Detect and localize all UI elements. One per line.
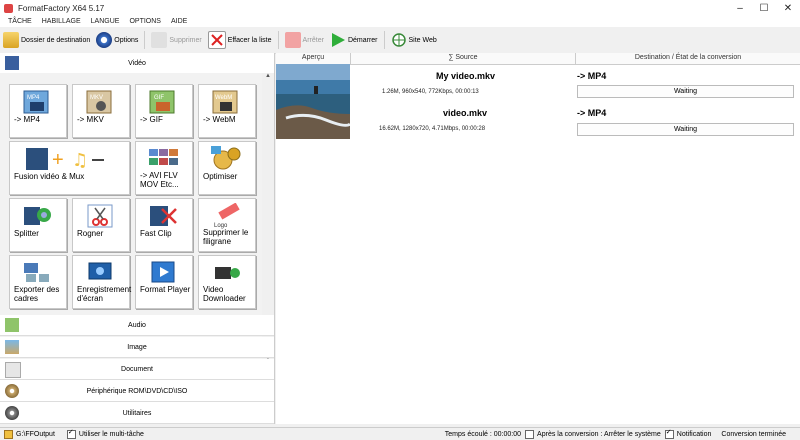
source-info: 1.26M, 960x540, 772Kbps, 00:00:13	[382, 89, 479, 95]
toolbar-separator	[383, 31, 385, 49]
task-list-header: Aperçu ∑ Source Destination / État de la…	[276, 53, 800, 65]
multi-task-label: Utiliser le multi-tâche	[78, 430, 144, 438]
category-utilities[interactable]: Utilitaires	[0, 403, 274, 424]
stop-icon	[284, 32, 301, 48]
menu-bar: TÂCHE HABILLAGE LANGUE OPTIONS AIDE	[0, 16, 800, 27]
tile-remove-watermark[interactable]: Logo Supprimer le filigrane	[198, 198, 256, 252]
scissors-icon	[87, 204, 113, 228]
toolbar-separator	[144, 31, 146, 49]
fast-clip-icon	[150, 206, 177, 226]
start-button[interactable]: Démarrer	[327, 29, 381, 51]
category-image[interactable]: Image	[0, 337, 274, 358]
category-rom-device[interactable]: Périphérique ROM\DVD\CD\ISO	[0, 381, 274, 402]
source-filename: video.mkv	[443, 108, 488, 118]
toolbar-separator	[277, 31, 279, 49]
frames-icon	[24, 263, 49, 282]
app-icon	[4, 3, 13, 13]
clear-list-button[interactable]: Effacer la liste	[205, 29, 275, 51]
tile-video-merge[interactable]: + ♫ Fusion vidéo & Mux	[9, 141, 130, 195]
elapsed-time: Temps écoulé : 00:00:00	[444, 430, 522, 438]
notification-label: Notification	[676, 430, 712, 438]
toolbar: Dossier de destination Options Supprimer…	[0, 27, 800, 54]
category-video[interactable]: Vidéo	[0, 53, 274, 74]
optimize-icon	[211, 146, 241, 170]
tile-to-webm[interactable]: WebM -> WebM	[198, 84, 256, 138]
player-icon	[151, 261, 175, 283]
destination-folder-button[interactable]: Dossier de destination	[0, 29, 93, 51]
tile-to-mkv[interactable]: MKV -> MKV	[72, 84, 130, 138]
conversion-done-label: Conversion terminée	[721, 430, 786, 438]
notification-checkbox[interactable]	[664, 428, 674, 439]
tile-screen-record[interactable]: Enregistrement d'écran	[72, 255, 131, 309]
menu-habillage[interactable]: HABILLAGE	[42, 18, 81, 25]
category-document[interactable]: Document	[0, 359, 274, 380]
svg-text:MP4: MP4	[27, 95, 40, 101]
mp4-icon: MP4	[23, 90, 49, 114]
tile-video-downloader[interactable]: Video Downloader	[198, 255, 256, 309]
remove-icon	[151, 32, 168, 48]
after-conversion-checkbox[interactable]	[525, 429, 535, 439]
close-button[interactable]: ✕	[776, 0, 800, 16]
tile-to-avi-flv-mov[interactable]: -> AVI FLV MOV Etc...	[135, 141, 193, 195]
destination-format: -> MP4	[577, 71, 607, 81]
gif-icon: GIF	[149, 90, 175, 114]
conversion-status: Waiting	[577, 123, 794, 136]
svg-text:GIF: GIF	[154, 95, 164, 101]
tile-optimize[interactable]: Optimiser	[198, 141, 256, 195]
menu-langue[interactable]: LANGUE	[91, 18, 120, 25]
download-icon	[215, 267, 240, 279]
stop-button[interactable]: Arrêter	[282, 29, 327, 51]
svg-text:MKV: MKV	[90, 95, 103, 101]
output-path[interactable]: G:\FFOutput	[16, 431, 55, 438]
splitter-icon	[24, 207, 51, 225]
options-icon	[96, 32, 113, 48]
destination-format: -> MP4	[577, 108, 607, 118]
play-icon	[330, 32, 346, 48]
screen-record-icon	[88, 262, 112, 280]
tile-splitter[interactable]: Splitter	[9, 198, 67, 252]
merge-icon: + ♫	[26, 148, 104, 171]
website-button[interactable]: Site Web	[388, 29, 440, 51]
menu-tache[interactable]: TÂCHE	[8, 18, 32, 25]
maximize-button[interactable]: ☐	[752, 0, 776, 16]
mkv-icon: MKV	[86, 90, 112, 114]
folder-icon	[3, 32, 19, 48]
tile-export-frames[interactable]: Exporter des cadres	[9, 255, 67, 309]
title-bar: FormatFactory X64 5.17	[0, 0, 800, 16]
category-audio[interactable]: Audio	[0, 315, 274, 336]
clear-list-icon	[207, 31, 226, 49]
webm-icon: WebM	[212, 90, 238, 114]
source-info: 16.62M, 1280x720, 4.71Mbps, 00:00:28	[379, 126, 486, 132]
column-preview[interactable]: Aperçu	[276, 54, 350, 61]
multi-task-checkbox[interactable]	[66, 428, 76, 439]
column-destination[interactable]: Destination / État de la conversion	[576, 54, 800, 61]
svg-text:WebM: WebM	[215, 95, 232, 101]
menu-aide[interactable]: AIDE	[171, 18, 187, 25]
globe-icon	[391, 32, 407, 48]
minimize-button[interactable]: –	[728, 0, 752, 16]
status-bar: G:\FFOutput Utiliser le multi-tâche Temp…	[0, 427, 800, 440]
menu-options[interactable]: OPTIONS	[129, 18, 161, 25]
eraser-icon: Logo	[214, 203, 240, 229]
category-pane: Vidéo MP4 -> MP4 MKV -> MKV GIF -> GIF W…	[0, 53, 275, 424]
tile-to-gif[interactable]: GIF -> GIF	[135, 84, 193, 138]
tile-format-player[interactable]: Format Player	[135, 255, 193, 309]
multi-format-icon	[149, 149, 178, 165]
svg-text:+: +	[52, 149, 64, 171]
column-source[interactable]: ∑ Source	[351, 54, 575, 61]
tile-crop[interactable]: Rogner	[72, 198, 130, 252]
video-thumbnail	[276, 64, 350, 139]
remove-button[interactable]: Supprimer	[148, 29, 204, 51]
output-folder-icon	[4, 429, 13, 439]
conversion-status: Waiting	[577, 85, 794, 98]
window-title: FormatFactory X64 5.17	[18, 3, 105, 13]
tile-to-mp4[interactable]: MP4 -> MP4	[9, 84, 67, 138]
svg-text:♫: ♫	[72, 150, 88, 171]
scroll-up-arrow-icon[interactable]: ▲	[262, 73, 274, 83]
tile-fast-clip[interactable]: Fast Clip	[135, 198, 193, 252]
after-conversion-label: Après la conversion : Arrêter le système	[537, 430, 661, 438]
source-filename: My video.mkv	[436, 71, 496, 81]
options-button[interactable]: Options	[93, 29, 141, 51]
task-list: Aperçu ∑ Source Destination / État de la…	[276, 53, 800, 424]
